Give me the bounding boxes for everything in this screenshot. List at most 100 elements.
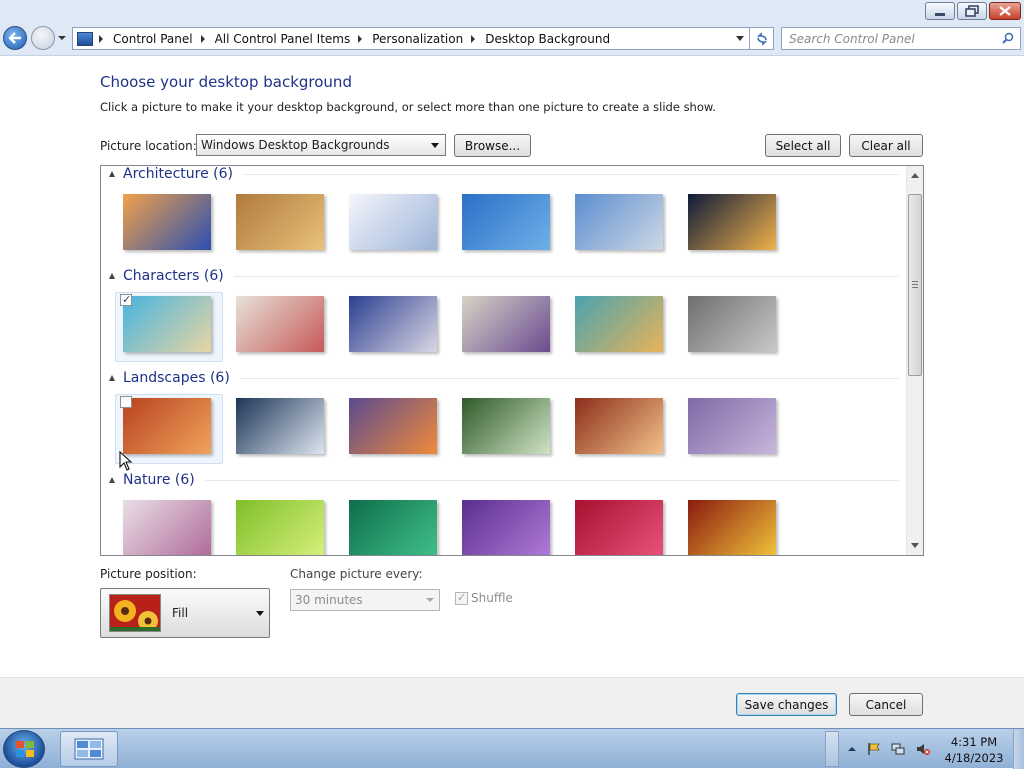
page-title: Choose your desktop background xyxy=(100,73,352,91)
wallpaper-thumbnail[interactable] xyxy=(575,296,663,352)
minimize-button[interactable] xyxy=(925,2,955,20)
collapse-group-icon[interactable] xyxy=(109,477,115,483)
group-divider xyxy=(239,377,899,379)
group-header[interactable]: Architecture (6) xyxy=(109,166,899,183)
wallpaper-thumbnail[interactable] xyxy=(575,500,663,555)
breadcrumb-personalization[interactable]: Personalization xyxy=(372,32,463,46)
picture-gallery[interactable]: Architecture (6) Characters (6) Landscapes… xyxy=(100,165,924,556)
wallpaper-thumbnail[interactable] xyxy=(575,398,663,454)
refresh-button[interactable] xyxy=(750,27,774,50)
wallpaper-thumbnail[interactable] xyxy=(462,500,550,555)
windows-logo-icon xyxy=(16,741,34,757)
group-header[interactable]: Characters (6) xyxy=(109,267,899,285)
action-center-flag-icon[interactable] xyxy=(867,742,881,756)
wallpaper-thumbnail[interactable] xyxy=(349,296,437,352)
wallpaper-thumbnail[interactable] xyxy=(349,194,437,250)
wallpaper-thumbnail[interactable] xyxy=(575,194,663,250)
search-input[interactable] xyxy=(782,28,992,49)
select-all-button[interactable]: Select all xyxy=(765,134,841,157)
taskbar-scroll[interactable] xyxy=(825,731,839,767)
picture-position-dropdown[interactable]: Fill xyxy=(100,588,270,638)
show-hidden-icons-icon[interactable] xyxy=(845,742,859,756)
address-bar[interactable]: Control Panel All Control Panel Items Pe… xyxy=(72,27,750,50)
scrollbar-thumb[interactable] xyxy=(908,194,922,376)
restore-button[interactable] xyxy=(957,2,987,20)
breadcrumb-separator-icon[interactable] xyxy=(99,34,103,43)
group-label: Characters (6) xyxy=(123,268,224,284)
wallpaper-thumbnail[interactable] xyxy=(688,398,776,454)
picture-location-dropdown[interactable]: Windows Desktop Backgrounds xyxy=(196,134,446,156)
network-icon[interactable] xyxy=(891,742,905,756)
forward-button[interactable] xyxy=(31,26,55,50)
chevron-down-icon xyxy=(426,598,434,602)
wallpaper-thumbnail[interactable] xyxy=(236,194,324,250)
taskbar-control-panel-button[interactable] xyxy=(60,731,118,767)
search-icon[interactable] xyxy=(1002,32,1014,44)
wallpaper-thumbnail[interactable] xyxy=(349,500,437,555)
cancel-button[interactable]: Cancel xyxy=(849,693,923,716)
system-clock[interactable]: 4:31 PM 4/18/2023 xyxy=(944,734,1004,766)
mouse-cursor-icon xyxy=(119,451,133,471)
start-button[interactable] xyxy=(3,730,45,768)
clock-time: 4:31 PM xyxy=(950,735,998,749)
scroll-down-icon[interactable] xyxy=(911,543,919,548)
picture-position-label: Picture position: xyxy=(100,567,197,581)
shuffle-checkbox[interactable] xyxy=(455,591,468,605)
control-panel-icon xyxy=(77,31,93,46)
group-divider xyxy=(243,173,899,175)
page-subtitle: Click a picture to make it your desktop … xyxy=(100,100,716,114)
breadcrumb-desktop-background[interactable]: Desktop Background xyxy=(485,32,610,46)
dialog-footer: Save changes Cancel xyxy=(0,677,1024,728)
breadcrumb-separator-icon[interactable] xyxy=(358,34,363,43)
title-bar xyxy=(0,0,1024,24)
wallpaper-thumbnail[interactable] xyxy=(688,194,776,250)
recent-pages-dropdown-icon[interactable] xyxy=(57,34,67,42)
wallpaper-thumbnail[interactable] xyxy=(688,296,776,352)
breadcrumb: Control Panel All Control Panel Items Pe… xyxy=(99,32,618,46)
breadcrumb-separator-icon[interactable] xyxy=(200,34,205,43)
shuffle-label: Shuffle xyxy=(471,591,513,605)
wallpaper-thumbnail[interactable] xyxy=(688,500,776,555)
taskbar: 4:31 PM 4/18/2023 xyxy=(0,728,1024,769)
chevron-down-icon xyxy=(256,611,264,616)
wallpaper-thumbnail[interactable] xyxy=(236,398,324,454)
collapse-group-icon[interactable] xyxy=(109,171,115,177)
wallpaper-thumbnail[interactable] xyxy=(123,194,211,250)
change-interval-dropdown[interactable]: 30 minutes xyxy=(290,589,440,611)
chevron-down-icon xyxy=(431,143,439,148)
show-desktop-button[interactable] xyxy=(1013,729,1024,769)
wallpaper-thumbnail[interactable] xyxy=(123,296,211,352)
scroll-up-icon[interactable] xyxy=(911,173,919,178)
save-changes-button[interactable]: Save changes xyxy=(736,693,837,716)
wallpaper-thumbnail[interactable] xyxy=(462,398,550,454)
group-label: Landscapes (6) xyxy=(123,370,230,386)
wallpaper-thumbnail[interactable] xyxy=(123,500,211,555)
group-header[interactable]: Landscapes (6) xyxy=(109,369,899,387)
refresh-icon xyxy=(756,31,767,46)
wallpaper-thumbnail[interactable] xyxy=(236,296,324,352)
thumbnail-checkbox[interactable] xyxy=(120,293,132,306)
breadcrumb-control-panel[interactable]: Control Panel xyxy=(113,32,193,46)
wallpaper-thumbnail[interactable] xyxy=(462,296,550,352)
change-picture-label: Change picture every: xyxy=(290,567,423,581)
back-arrow-icon xyxy=(8,32,21,44)
wallpaper-thumbnail[interactable] xyxy=(123,398,211,454)
breadcrumb-all-items[interactable]: All Control Panel Items xyxy=(215,32,351,46)
vertical-scrollbar[interactable] xyxy=(906,166,923,555)
wallpaper-thumbnail[interactable] xyxy=(236,500,324,555)
volume-muted-icon[interactable] xyxy=(916,742,930,756)
minimize-icon xyxy=(935,12,945,16)
collapse-group-icon[interactable] xyxy=(109,273,115,279)
address-dropdown-icon[interactable] xyxy=(736,36,744,41)
back-button[interactable] xyxy=(3,26,27,50)
browse-button[interactable]: Browse... xyxy=(454,134,531,157)
clear-all-button[interactable]: Clear all xyxy=(849,134,923,157)
wallpaper-thumbnail[interactable] xyxy=(462,194,550,250)
change-interval-value: 30 minutes xyxy=(295,593,363,607)
group-header[interactable]: Nature (6) xyxy=(109,471,899,489)
wallpaper-thumbnail[interactable] xyxy=(349,398,437,454)
collapse-group-icon[interactable] xyxy=(109,375,115,381)
thumbnail-checkbox[interactable] xyxy=(120,396,132,408)
close-button[interactable] xyxy=(989,2,1021,20)
breadcrumb-separator-icon[interactable] xyxy=(471,34,476,43)
